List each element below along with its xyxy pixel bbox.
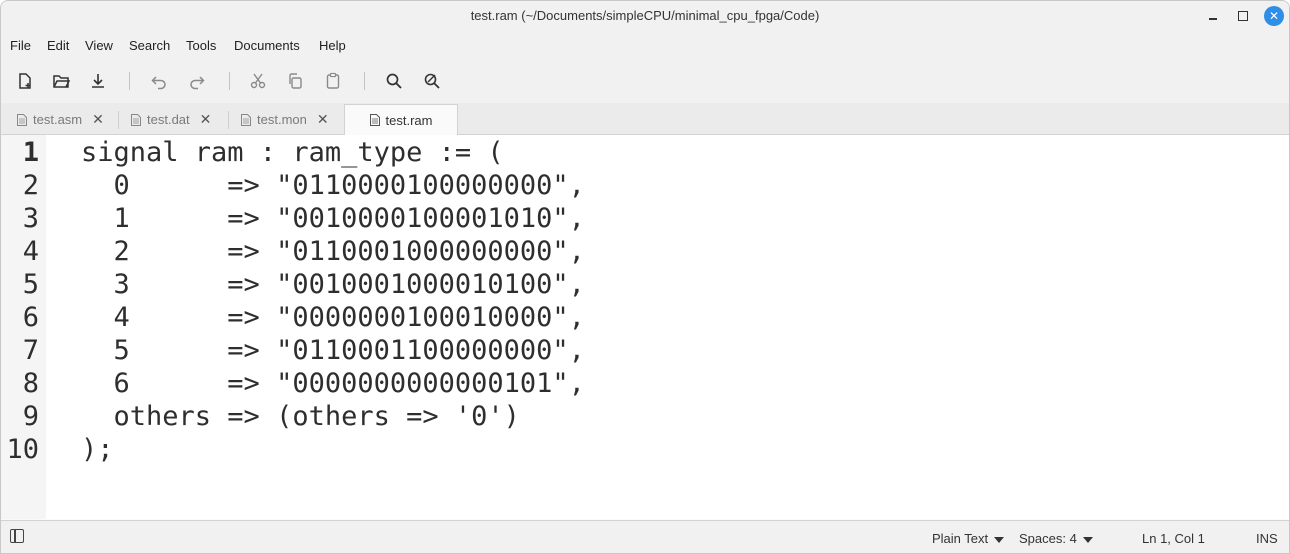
- maximize-icon: [1238, 11, 1248, 21]
- find-replace-button[interactable]: [420, 69, 444, 93]
- open-button[interactable]: [49, 69, 73, 93]
- close-tab-icon[interactable]: ✕: [92, 111, 104, 128]
- find-button[interactable]: [382, 69, 406, 93]
- menu-file[interactable]: File: [10, 38, 31, 53]
- line-number: 8: [22, 368, 39, 399]
- language-selector[interactable]: Plain Text: [932, 531, 1005, 546]
- close-window-button[interactable]: ✕: [1264, 6, 1284, 26]
- copy-button[interactable]: [283, 69, 307, 93]
- line-number: 7: [22, 335, 39, 366]
- menu-bar: File Edit View Search Tools Documents He…: [1, 31, 1289, 59]
- tab-separator: [118, 111, 119, 129]
- close-tab-icon[interactable]: ✕: [200, 111, 212, 128]
- tab-bar: test.asm ✕ test.dat ✕ test.mon ✕ test.ra…: [1, 103, 1289, 135]
- menu-view[interactable]: View: [85, 38, 113, 53]
- scissors-icon: [250, 73, 266, 89]
- code-line[interactable]: signal ram : ram_type := (: [81, 136, 504, 169]
- tab-width-selector[interactable]: Spaces: 4: [1019, 531, 1093, 546]
- insert-mode[interactable]: INS: [1256, 531, 1278, 546]
- save-button[interactable]: [86, 69, 110, 93]
- redo-icon: [190, 76, 205, 90]
- code-line[interactable]: 1 => "0010000100001010",: [81, 202, 585, 235]
- tab-label: test.dat: [147, 112, 190, 127]
- find-replace-icon: [424, 73, 440, 89]
- code-line[interactable]: );: [81, 433, 114, 466]
- toolbar-separator: [129, 72, 130, 90]
- close-icon: ✕: [1268, 9, 1280, 23]
- line-number: 1: [22, 137, 39, 168]
- code-line[interactable]: 0 => "0110000100000000",: [81, 169, 585, 202]
- line-number: 10: [6, 434, 39, 465]
- title-bar[interactable]: test.ram (~/Documents/simpleCPU/minimal_…: [1, 1, 1289, 31]
- menu-help[interactable]: Help: [319, 38, 346, 53]
- line-number: 5: [22, 269, 39, 300]
- document-icon: [17, 113, 27, 126]
- search-icon: [386, 73, 402, 89]
- side-panel-toggle-icon[interactable]: [10, 529, 24, 543]
- menu-documents[interactable]: Documents: [234, 38, 300, 53]
- new-document-icon: [19, 73, 31, 89]
- tab-test-ram[interactable]: test.ram: [344, 104, 458, 135]
- code-line[interactable]: 3 => "0010001000010100",: [81, 268, 585, 301]
- status-bar: Plain Text Spaces: 4 Ln 1, Col 1 INS: [1, 520, 1289, 553]
- clipboard-icon: [326, 72, 340, 89]
- cut-button[interactable]: [246, 69, 270, 93]
- redo-button[interactable]: [185, 69, 209, 93]
- document-icon: [369, 114, 380, 126]
- maximize-button[interactable]: [1233, 6, 1253, 26]
- code-line[interactable]: 5 => "0110001100000000",: [81, 334, 585, 367]
- line-number: 2: [22, 170, 39, 201]
- line-number: 6: [22, 302, 39, 333]
- cursor-position[interactable]: Ln 1, Col 1: [1142, 531, 1205, 546]
- minimize-icon: [1209, 18, 1217, 20]
- language-label: Plain Text: [932, 531, 989, 546]
- chevron-down-icon: [994, 536, 1005, 543]
- tab-label: test.asm: [33, 112, 83, 127]
- undo-button[interactable]: [147, 69, 171, 93]
- tab-test-asm[interactable]: test.asm ✕: [17, 105, 104, 134]
- menu-edit[interactable]: Edit: [47, 38, 69, 53]
- code-line[interactable]: 6 => "0000000000000101",: [81, 367, 585, 400]
- window-title: test.ram (~/Documents/simpleCPU/minimal_…: [470, 8, 820, 23]
- copy-icon: [289, 73, 302, 89]
- editor-window: test.ram (~/Documents/simpleCPU/minimal_…: [0, 0, 1290, 554]
- tab-label: test.mon: [257, 112, 307, 127]
- document-icon: [131, 113, 141, 126]
- code-line[interactable]: 4 => "0000000100010000",: [81, 301, 585, 334]
- tab-separator: [228, 111, 229, 129]
- code-line[interactable]: 2 => "0110001000000000",: [81, 235, 585, 268]
- code-line[interactable]: others => (others => '0'): [81, 400, 520, 433]
- close-tab-icon[interactable]: ✕: [317, 111, 329, 128]
- undo-icon: [151, 76, 166, 90]
- chevron-down-icon: [1082, 536, 1093, 543]
- tab-test-mon[interactable]: test.mon ✕: [241, 105, 329, 134]
- document-icon: [241, 113, 251, 126]
- line-number: 4: [22, 236, 39, 267]
- new-document-button[interactable]: [13, 69, 37, 93]
- toolbar: [1, 59, 1289, 103]
- minimize-button[interactable]: [1203, 6, 1223, 26]
- menu-search[interactable]: Search: [129, 38, 170, 53]
- toolbar-separator: [364, 72, 365, 90]
- paste-button[interactable]: [321, 69, 345, 93]
- download-icon: [92, 74, 104, 88]
- text-editor[interactable]: 1 2 3 4 5 6 7 8 9 10 signal ram : ram_ty…: [1, 135, 1289, 519]
- menu-tools[interactable]: Tools: [186, 38, 216, 53]
- line-number: 3: [22, 203, 39, 234]
- tab-test-dat[interactable]: test.dat ✕: [131, 105, 211, 134]
- folder-open-icon: [53, 75, 70, 88]
- tab-label: test.ram: [385, 112, 433, 128]
- line-number: 9: [22, 401, 39, 432]
- toolbar-separator: [229, 72, 230, 90]
- tab-width-label: Spaces: 4: [1019, 531, 1077, 546]
